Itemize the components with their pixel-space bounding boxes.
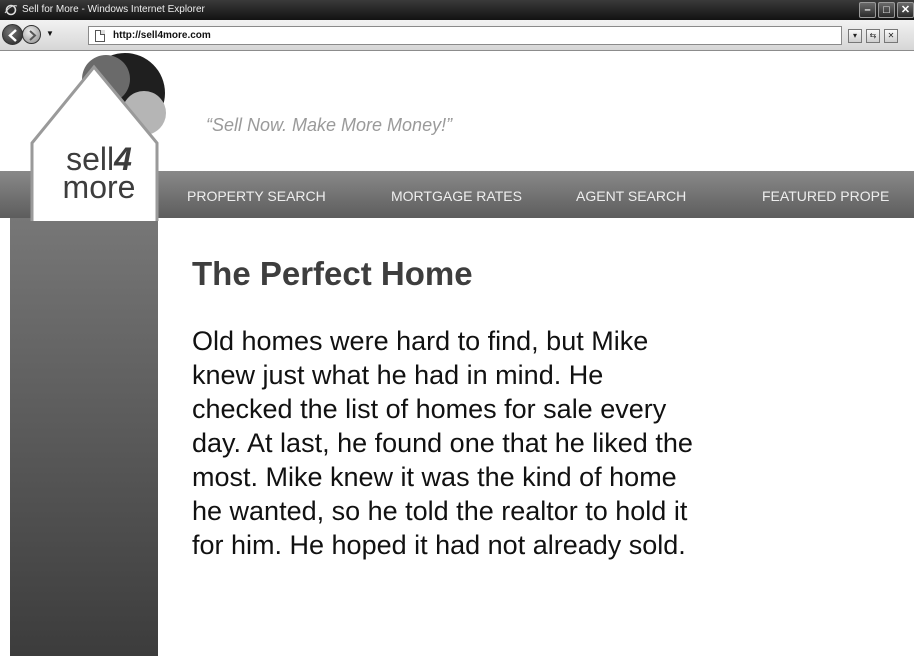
back-arrow-icon xyxy=(8,29,17,42)
address-dropdown-button[interactable]: ▾ xyxy=(848,29,862,43)
window-controls: – □ ✕ xyxy=(859,2,914,18)
close-button[interactable]: ✕ xyxy=(897,2,914,18)
article-line: most. Mike knew it was the kind of home xyxy=(192,462,677,492)
ie-logo-icon xyxy=(4,4,18,16)
article-line: for him. He hoped it had not already sol… xyxy=(192,530,686,560)
refresh-button[interactable]: ⇆ xyxy=(866,29,880,43)
address-field[interactable]: http://sell4more.com xyxy=(88,26,842,45)
logo-word-more: more xyxy=(62,169,136,205)
article-line: knew just what he had in mind. He xyxy=(192,360,604,390)
site-logo[interactable]: sell4 more xyxy=(45,143,153,205)
maximize-button[interactable]: □ xyxy=(878,2,895,18)
page-icon xyxy=(95,30,105,42)
window-titlebar: Sell for More - Windows Internet Explore… xyxy=(0,0,914,20)
article-line: day. At last, he found one that he liked… xyxy=(192,428,693,458)
nav-featured-properties[interactable]: FEATURED PROPE xyxy=(762,188,889,204)
web-page: sell4 more “Sell Now. Make More Money!” … xyxy=(0,51,914,656)
stop-button[interactable]: ✕ xyxy=(884,29,898,43)
address-toolbar: ▼ http://sell4more.com ▾ ⇆ ✕ xyxy=(0,20,914,51)
article-line: Old homes were hard to find, but Mike xyxy=(192,326,649,356)
forward-arrow-icon xyxy=(29,30,37,41)
url-text[interactable]: http://sell4more.com xyxy=(113,30,211,41)
nav-property-search[interactable]: PROPERTY SEARCH xyxy=(187,188,326,204)
nav-agent-search[interactable]: AGENT SEARCH xyxy=(576,188,686,204)
nav-mortgage-rates[interactable]: MORTGAGE RATES xyxy=(391,188,522,204)
back-button[interactable] xyxy=(2,24,23,45)
article-line: checked the list of homes for sale every xyxy=(192,394,667,424)
history-dropdown-icon[interactable]: ▼ xyxy=(46,29,54,38)
minimize-button[interactable]: – xyxy=(859,2,876,18)
left-sidebar xyxy=(10,218,158,656)
forward-button[interactable] xyxy=(22,25,41,44)
window-title: Sell for More - Windows Internet Explore… xyxy=(22,4,205,15)
article-line: he wanted, so he told the realtor to hol… xyxy=(192,496,688,526)
article-body: Old homes were hard to find, but Mike kn… xyxy=(192,324,852,562)
site-tagline: “Sell Now. Make More Money!” xyxy=(206,115,453,135)
article-heading: The Perfect Home xyxy=(192,255,473,292)
